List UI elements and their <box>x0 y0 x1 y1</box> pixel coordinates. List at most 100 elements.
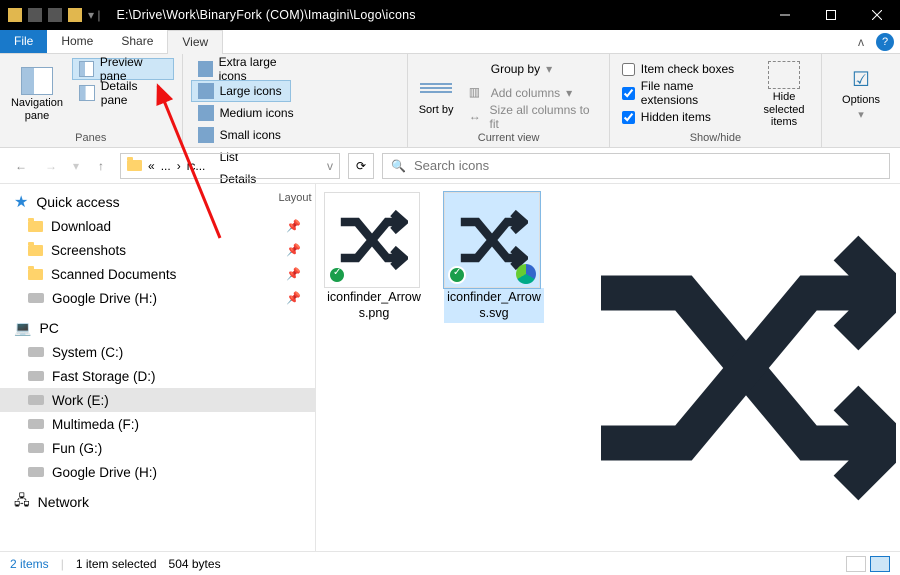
sidebar-drive-h[interactable]: Google Drive (H:) <box>0 460 315 484</box>
navigation-pane-icon <box>21 67 53 95</box>
grid-icon <box>198 83 214 99</box>
checkbox[interactable] <box>622 111 635 124</box>
medium-icons-button[interactable]: Medium icons <box>191 102 309 124</box>
qat-icon[interactable] <box>28 8 42 22</box>
breadcrumb-overflow[interactable]: « <box>148 159 155 173</box>
group-panes: Navigation pane Preview pane Details pan… <box>0 54 183 147</box>
thumbnails-view-toggle[interactable] <box>870 556 890 572</box>
folder-icon <box>28 221 43 232</box>
sidebar-item-screenshots[interactable]: Screenshots📌 <box>0 238 315 262</box>
collapse-ribbon-icon[interactable]: ʌ <box>852 30 870 53</box>
tab-share[interactable]: Share <box>107 30 167 53</box>
sidebar-item-download[interactable]: Download📌 <box>0 214 315 238</box>
file-item[interactable]: iconfinder_Arrows.svg <box>444 192 544 323</box>
details-pane-button[interactable]: Details pane <box>72 82 174 104</box>
add-columns-button[interactable]: ▥Add columns ▾ <box>462 82 601 104</box>
pin-icon: 📌 <box>286 219 301 233</box>
navigation-pane-button[interactable]: Navigation pane <box>8 58 66 130</box>
recent-dropdown[interactable]: ▾ <box>70 155 82 177</box>
up-button[interactable]: ↑ <box>90 155 112 177</box>
file-item[interactable]: iconfinder_Arrows.png <box>324 192 424 323</box>
maximize-button[interactable] <box>808 0 854 30</box>
pin-icon: 📌 <box>286 291 301 305</box>
drive-icon <box>28 293 44 303</box>
drive-icon <box>28 467 44 477</box>
shuffle-icon <box>456 204 528 276</box>
minimize-button[interactable] <box>762 0 808 30</box>
selection-size: 504 bytes <box>169 557 221 571</box>
sidebar-drive-g[interactable]: Fun (G:) <box>0 436 315 460</box>
options-button[interactable]: ☑ Options ▾ <box>830 58 892 130</box>
size-columns-button[interactable]: ↔Size all columns to fit <box>462 106 601 128</box>
tab-view[interactable]: View <box>167 30 223 54</box>
label: Navigation pane <box>8 97 66 122</box>
small-icons-button[interactable]: Small icons <box>191 124 291 146</box>
folder-icon <box>28 245 43 256</box>
checkbox[interactable] <box>622 87 635 100</box>
this-pc-root[interactable]: 💻PC <box>0 316 315 340</box>
sidebar-drive-d[interactable]: Fast Storage (D:) <box>0 364 315 388</box>
quick-access-root[interactable]: ★Quick access <box>0 190 315 214</box>
address-bar: ← → ▾ ↑ « ...› ic... v ⟳ 🔍 <box>0 148 900 184</box>
sidebar-item-gdrive[interactable]: Google Drive (H:)📌 <box>0 286 315 310</box>
breadcrumb-current[interactable]: ic... <box>187 159 206 173</box>
titlebar: ▾ | E:\Drive\Work\BinaryFork (COM)\Imagi… <box>0 0 900 30</box>
ribbon-tabs: File Home Share View ʌ ? <box>0 30 900 54</box>
breadcrumb-ellipsis[interactable]: ... <box>161 159 171 173</box>
label: Details pane <box>101 79 167 107</box>
forward-button[interactable]: → <box>40 155 62 177</box>
drive-icon <box>28 443 44 453</box>
network-icon: 🖧 <box>14 490 30 514</box>
group-options: ☑ Options ▾ <box>822 54 900 147</box>
group-label: Show/hide <box>618 130 813 147</box>
sidebar-drive-f[interactable]: Multimeda (F:) <box>0 412 315 436</box>
details-pane-icon <box>79 85 95 101</box>
large-icons-button[interactable]: Large icons <box>191 80 291 102</box>
pin-icon: 📌 <box>286 243 301 257</box>
grid-icon <box>198 105 214 121</box>
file-list[interactable]: iconfinder_Arrows.png iconfinder_Arrows.… <box>316 184 596 551</box>
breadcrumb[interactable]: « ...› ic... v <box>120 153 340 179</box>
file-extensions-check[interactable]: File name extensions <box>618 82 749 104</box>
search-box[interactable]: 🔍 <box>382 153 890 179</box>
edge-badge-icon <box>516 264 536 284</box>
chevron-down-icon[interactable]: v <box>327 159 333 173</box>
refresh-button[interactable]: ⟳ <box>348 153 374 179</box>
drive-icon <box>28 347 44 357</box>
checkbox[interactable] <box>622 63 635 76</box>
window-title: E:\Drive\Work\BinaryFork (COM)\Imagini\L… <box>108 8 762 22</box>
close-button[interactable] <box>854 0 900 30</box>
search-input[interactable] <box>414 158 881 173</box>
extra-large-icons-button[interactable]: Extra large icons <box>191 58 309 80</box>
back-button[interactable]: ← <box>10 155 32 177</box>
sidebar-item-scanned[interactable]: Scanned Documents📌 <box>0 262 315 286</box>
tab-home[interactable]: Home <box>47 30 107 53</box>
qat-icon[interactable] <box>48 8 62 22</box>
tab-file[interactable]: File <box>0 30 47 53</box>
sidebar-drive-e[interactable]: Work (E:) <box>0 388 315 412</box>
preview-image <box>596 218 896 518</box>
quick-access-toolbar: ▾ | <box>0 8 108 22</box>
preview-pane-button[interactable]: Preview pane <box>72 58 174 80</box>
star-icon: ★ <box>14 192 28 212</box>
sidebar-drive-c[interactable]: System (C:) <box>0 340 315 364</box>
drive-icon <box>28 395 44 405</box>
help-icon[interactable]: ? <box>876 33 894 51</box>
item-check-boxes-check[interactable]: Item check boxes <box>618 58 749 80</box>
file-name: iconfinder_Arrows.svg <box>444 288 544 323</box>
hidden-items-check[interactable]: Hidden items <box>618 106 749 128</box>
network-root[interactable]: 🖧Network <box>0 490 315 514</box>
folder-icon <box>8 8 22 22</box>
options-icon: ☑ <box>852 69 870 92</box>
folder-icon <box>127 160 142 171</box>
details-view-toggle[interactable] <box>846 556 866 572</box>
hide-selected-button[interactable]: Hide selected items <box>755 58 813 130</box>
grid-icon <box>198 61 213 77</box>
group-by-button[interactable]: Group by ▾ <box>462 58 601 80</box>
thumbnail <box>444 192 540 288</box>
sort-by-button[interactable]: Sort by <box>416 58 455 130</box>
group-layout: Extra large icons Large icons Medium ico… <box>183 54 409 147</box>
drive-icon <box>28 371 44 381</box>
group-current-view: Sort by Group by ▾ ▥Add columns ▾ ↔Size … <box>408 54 609 147</box>
navigation-tree: ★Quick access Download📌 Screenshots📌 Sca… <box>0 184 316 551</box>
